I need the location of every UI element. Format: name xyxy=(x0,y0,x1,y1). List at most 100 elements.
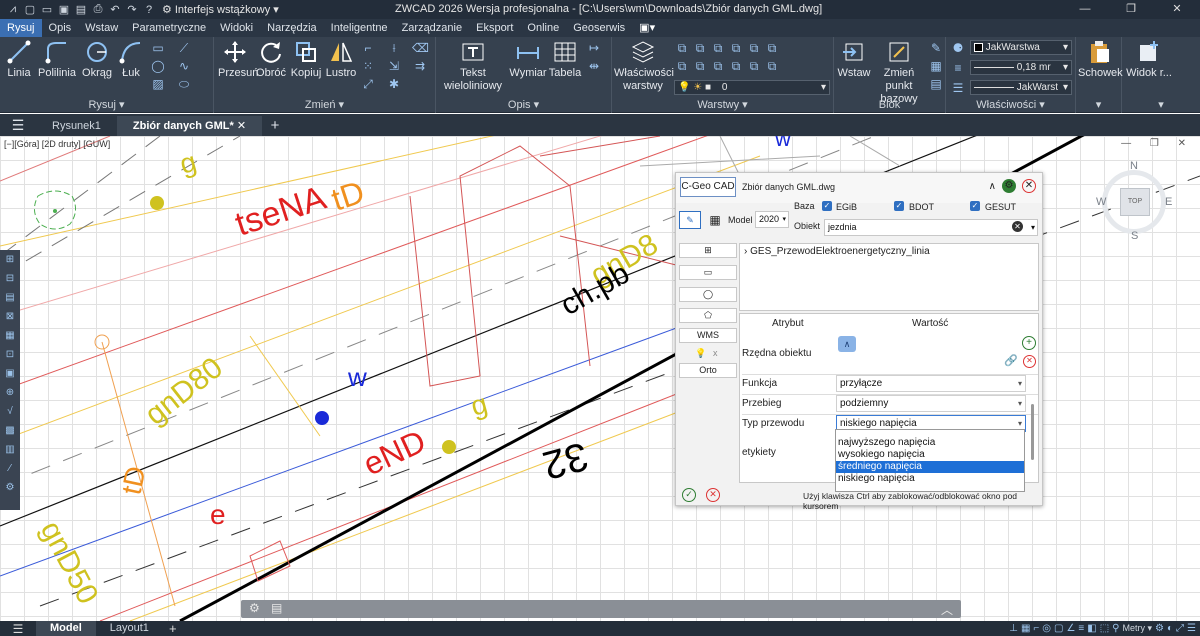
new-tab-button[interactable]: + xyxy=(262,116,288,136)
minimize-button[interactable]: — xyxy=(1062,0,1108,19)
layer-tool-icon[interactable]: ⧉ xyxy=(710,41,726,55)
otrack-icon[interactable]: ∠ xyxy=(1066,623,1075,634)
add-value-icon[interactable]: + xyxy=(1022,336,1036,350)
layer-tool-icon[interactable]: ⧉ xyxy=(746,41,762,55)
tool-icon[interactable]: ▣ xyxy=(0,364,20,383)
tab-wstaw[interactable]: Wstaw xyxy=(78,19,125,37)
table-view-button[interactable]: ▦ xyxy=(704,211,726,229)
selection-icon[interactable]: ⬚ xyxy=(1100,623,1109,634)
new-file-icon[interactable]: ▢ xyxy=(23,3,37,16)
layer-tool-icon[interactable]: ⧉ xyxy=(710,59,726,73)
rectangle-icon[interactable]: ▭ xyxy=(150,41,166,55)
isolate-icon[interactable]: ◐ xyxy=(1167,623,1173,634)
tab-zbior-danych-gml[interactable]: Zbiór danych GML* ✕ xyxy=(116,116,263,136)
erase-icon[interactable]: ⌫ xyxy=(412,41,429,55)
collapse-icon[interactable]: ∧ xyxy=(989,181,996,192)
gear-icon[interactable]: ⚙ xyxy=(249,601,260,615)
insert-block-button[interactable]: Wstaw xyxy=(836,39,872,80)
tab-narzedzia[interactable]: Narzędzia xyxy=(260,19,324,37)
tool-icon[interactable]: ⊞ xyxy=(0,250,20,269)
layer-tool-icon[interactable]: ⧉ xyxy=(728,59,744,73)
layer-tool-icon[interactable]: ⧉ xyxy=(692,59,708,73)
cancel-button[interactable]: ✕ xyxy=(706,488,720,502)
units-dropdown[interactable]: Metry ▾ xyxy=(1122,623,1152,634)
typ-przewodu-dropdown[interactable]: najwyższego napięcia wysokiego napięcia … xyxy=(835,429,1025,492)
wms-button[interactable]: WMS xyxy=(679,328,737,343)
chevron-up-icon[interactable]: ︿ xyxy=(941,601,953,618)
block-editor-icon[interactable]: ✎ xyxy=(928,41,944,55)
tab-opis[interactable]: Opis xyxy=(42,19,79,37)
tab-online[interactable]: Online xyxy=(520,19,566,37)
tab-layout1[interactable]: Layout1 xyxy=(96,621,163,636)
layer-tool-icon[interactable]: ⧉ xyxy=(692,41,708,55)
przebieg-select[interactable]: podziemny ▾ xyxy=(836,395,1026,412)
grid-icon[interactable]: ▦ xyxy=(1021,623,1030,634)
redo-icon[interactable]: ↷ xyxy=(125,3,139,16)
layer-properties-button[interactable]: Właściwości warstwy xyxy=(614,39,674,93)
bdot-checkbox[interactable]: ✓ xyxy=(894,201,904,211)
stretch-icon[interactable]: ⇲ xyxy=(386,59,402,73)
tool-icon[interactable]: ▤ xyxy=(0,288,20,307)
viewport-window-controls[interactable]: — ❐ ✕ xyxy=(1121,138,1194,149)
move-button[interactable]: Przesuń xyxy=(218,39,258,80)
rotate-button[interactable]: Obróć xyxy=(254,39,288,80)
menu-icon[interactable]: ☰ xyxy=(0,114,36,136)
tab-model[interactable]: Model xyxy=(36,621,96,636)
explode-icon[interactable]: ✱ xyxy=(386,77,402,91)
table-button[interactable]: Tabela xyxy=(548,39,582,80)
lineweight-icon[interactable]: ≡ xyxy=(1078,623,1084,634)
close-button[interactable]: ✕ xyxy=(1154,0,1200,19)
change-base-point-button[interactable]: Zmień punkt bazowy xyxy=(872,39,926,106)
arc-button[interactable]: Łuk xyxy=(116,39,146,80)
save-icon[interactable]: ▣ xyxy=(57,3,71,16)
create-block-icon[interactable]: ▦ xyxy=(928,59,944,73)
color-dropdown[interactable]: JakWarstwa ▾ xyxy=(970,40,1072,55)
tab-rysunek1[interactable]: Rysunek1 xyxy=(36,116,117,136)
layer-tool-icon[interactable]: ⧉ xyxy=(764,41,780,55)
dimension-button[interactable]: Wymiar xyxy=(508,39,548,80)
tool-icon[interactable]: ▦ xyxy=(0,326,20,345)
funkcja-select[interactable]: przyłącze ▾ xyxy=(836,375,1026,392)
collapse-value-button[interactable]: ∧ xyxy=(838,336,856,352)
orto-button[interactable]: Orto xyxy=(679,363,737,378)
tab-widoki[interactable]: Widoki xyxy=(213,19,260,37)
select-polygon-button[interactable]: ⬠ xyxy=(679,308,737,323)
gesut-checkbox[interactable]: ✓ xyxy=(970,201,980,211)
clipboard-button[interactable]: Schowek xyxy=(1078,39,1123,80)
clear-input-icon[interactable]: ✕ xyxy=(1012,221,1023,232)
tool-icon[interactable]: ⁄ xyxy=(0,459,20,478)
layer-tool-icon[interactable]: ⧉ xyxy=(764,59,780,73)
copy-button[interactable]: Kopiuj xyxy=(290,39,322,80)
match-properties-icon[interactable]: ⚈ xyxy=(950,41,966,55)
tab-rysuj[interactable]: Rysuj xyxy=(0,19,42,37)
snap-icon[interactable]: ⊥ xyxy=(1009,623,1018,634)
array-icon[interactable]: ⁙ xyxy=(360,59,376,73)
layer-tool-icon[interactable]: ⧉ xyxy=(674,59,690,73)
dropdown-option[interactable]: najwyższego napięcia xyxy=(836,437,1024,449)
restore-button[interactable]: ❐ xyxy=(1108,0,1154,19)
tab-inteligentne[interactable]: Inteligentne xyxy=(324,19,395,37)
tool-icon[interactable]: ⊟ xyxy=(0,269,20,288)
lineweight-dropdown[interactable]: 0,18 mr ▾ xyxy=(970,60,1072,75)
add-layout-button[interactable]: + xyxy=(163,621,183,636)
close-panel-icon[interactable]: ✕ xyxy=(1022,179,1036,193)
layer-tool-icon[interactable]: ⧉ xyxy=(728,41,744,55)
layer-dropdown[interactable]: 💡 ☀ ■ 0 ▾ xyxy=(674,80,830,95)
tool-icon[interactable]: ⊕ xyxy=(0,383,20,402)
linetype-dropdown[interactable]: JakWarst ▾ xyxy=(970,80,1072,95)
egib-checkbox[interactable]: ✓ xyxy=(822,201,832,211)
hatch-icon[interactable]: ▨ xyxy=(150,77,166,91)
app-logo-icon[interactable]: ⩘ xyxy=(6,3,20,16)
offset-icon[interactable]: ⇉ xyxy=(412,59,428,73)
mirror-button[interactable]: Lustro xyxy=(324,39,358,80)
tool-icon[interactable]: ⊡ xyxy=(0,345,20,364)
ortho-icon[interactable]: ⌐ xyxy=(1033,623,1039,634)
ellipse-icon[interactable]: ◯ xyxy=(150,59,166,73)
tool-icon[interactable]: ▩ xyxy=(0,421,20,440)
circle-button[interactable]: Okrąg xyxy=(80,39,114,80)
line-button[interactable]: Linia xyxy=(4,39,34,80)
select-rectangle-button[interactable]: ▭ xyxy=(679,265,737,280)
leader-icon[interactable]: ↦ xyxy=(586,41,602,55)
dropdown-option[interactable]: wysokiego napięcia xyxy=(836,449,1024,461)
view-cube[interactable]: TOP N S W E xyxy=(1090,158,1180,246)
